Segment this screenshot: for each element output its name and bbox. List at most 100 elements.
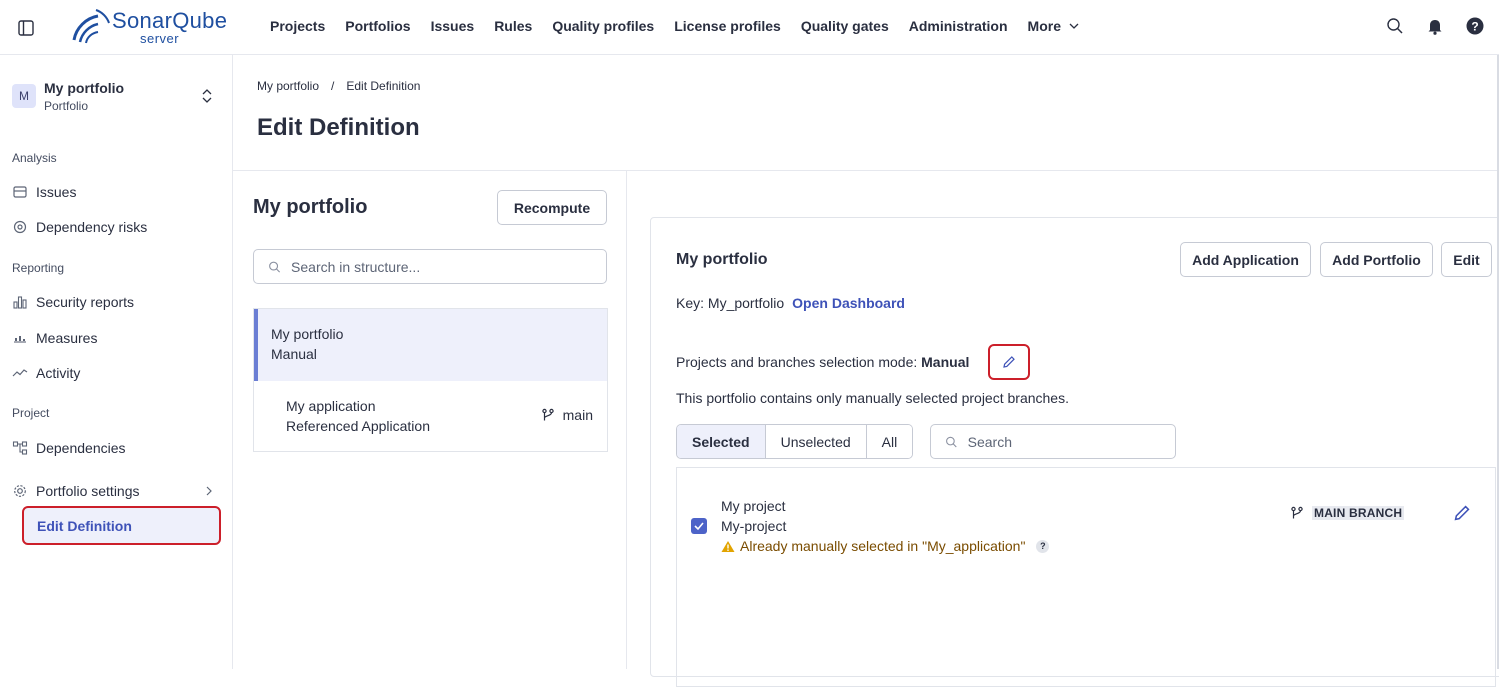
selection-mode-label: Projects and branches selection mode: [676,354,918,370]
definition-detail-card: My portfolio Add Application Add Portfol… [650,217,1499,687]
sidebar-item-issues[interactable]: Issues [12,179,222,205]
nav-issues[interactable]: Issues [431,18,475,34]
project-search[interactable] [930,424,1176,459]
search-icon[interactable] [1385,16,1405,36]
tree-node-application[interactable]: My application Referenced Application ma… [254,381,607,453]
add-application-button[interactable]: Add Application [1180,242,1311,277]
recompute-button[interactable]: Recompute [497,190,607,225]
sidebar-item-dependency-risks[interactable]: Dependency risks [12,214,222,240]
activity-icon [12,369,28,377]
section-project: Project [12,406,50,420]
portfolio-key: Key: My_portfolio [676,295,785,311]
portfolio-key-line: Key: My_portfolio Open Dashboard [676,295,905,311]
selection-filter: Selected Unselected All [676,424,914,459]
structure-search[interactable] [253,249,607,284]
nav-more[interactable]: More [1028,18,1079,34]
sidebar-item-label: Measures [36,330,98,346]
tree-node-type: Referenced Application [286,418,430,434]
chevron-right-icon [206,486,212,496]
sidebar-item-label: Issues [36,184,77,200]
svg-text:?: ? [1471,20,1478,34]
sidebar-toggle-icon[interactable] [15,17,37,39]
avatar: M [12,84,36,108]
section-reporting: Reporting [12,261,65,275]
gear-icon [14,485,26,497]
nav-projects[interactable]: Projects [270,18,325,34]
top-actions: ? [1385,16,1485,36]
page-title: Edit Definition [257,114,420,141]
project-list: My project My-project Already manually s… [676,467,1496,687]
help-icon[interactable]: ? [1465,16,1485,36]
tree-node-name: My portfolio [271,326,344,342]
branch-tag: main [541,407,593,423]
nav-portfolios[interactable]: Portfolios [345,18,410,34]
dependencies-icon [12,441,28,455]
edit-branch-button[interactable] [1453,504,1471,522]
project-switcher[interactable]: M My portfolio Portfolio [12,80,222,116]
help-icon[interactable]: ? [1036,539,1050,553]
nav-rules[interactable]: Rules [494,18,532,34]
nav-quality-profiles[interactable]: Quality profiles [552,18,654,34]
tree-title: My portfolio [253,196,368,218]
sonarqube-logo[interactable]: SonarQube server [70,6,230,46]
sidebar-item-dependencies[interactable]: Dependencies [12,435,222,461]
chevron-up-down-icon [202,89,212,103]
project-sidebar: M My portfolio Portfolio Analysis Issues… [0,55,233,669]
project-key: My-project [721,518,787,534]
open-dashboard-link[interactable]: Open Dashboard [792,295,905,311]
main-branch-tag: MAIN BRANCH [1290,506,1405,520]
sidebar-item-activity[interactable]: Activity [12,360,222,386]
nav-quality-gates[interactable]: Quality gates [801,18,889,34]
tree-node-portfolio[interactable]: My portfolio Manual [254,309,607,381]
selection-mode-description: This portfolio contains only manually se… [676,390,1069,406]
chevron-down-icon [1069,23,1079,29]
logo-subtitle: server [140,31,180,46]
issues-icon [13,186,27,198]
branch-icon [1291,506,1303,519]
section-analysis: Analysis [12,151,57,165]
project-warning: Already manually selected in "My_applica… [721,538,1050,554]
bell-icon[interactable] [1425,16,1445,36]
filter-all[interactable]: All [866,425,913,458]
tree-node-name: My application [286,398,376,414]
structure-search-input[interactable] [291,258,606,275]
sidebar-item-security-reports[interactable]: Security reports [12,289,222,315]
project-search-input[interactable] [967,433,1175,450]
dependency-risk-icon [13,220,27,234]
project-checkbox[interactable] [691,518,707,534]
filter-unselected[interactable]: Unselected [765,425,867,458]
breadcrumb-current: Edit Definition [346,79,421,93]
sidebar-item-edit-definition[interactable]: Edit Definition [22,506,221,545]
breadcrumb: My portfolio / Edit Definition [257,79,420,93]
nav-administration[interactable]: Administration [909,18,1008,34]
breadcrumb-portfolio-link[interactable]: My portfolio [257,79,319,93]
filter-selected[interactable]: Selected [677,425,766,458]
branch-icon [541,408,554,421]
edit-button[interactable]: Edit [1441,242,1492,277]
warning-icon [721,540,735,552]
edit-selection-mode-button[interactable] [988,344,1030,380]
search-icon [946,436,957,447]
sidebar-item-label: Dependencies [36,440,126,456]
top-navbar: SonarQube server Projects Portfolios Iss… [0,0,1499,55]
add-portfolio-button[interactable]: Add Portfolio [1320,242,1433,277]
sonarqube-logo-waves-icon [72,9,110,44]
sidebar-item-label: Activity [36,365,81,381]
detail-title: My portfolio [676,251,768,268]
breadcrumb-separator: / [331,79,335,93]
sidebar-item-label: Edit Definition [37,517,132,534]
portfolio-tree-panel: My portfolio Recompute My portfolio Manu… [233,171,627,669]
sidebar-item-label: Portfolio settings [36,483,140,499]
checkmark-icon [694,522,704,531]
pencil-icon [1003,356,1015,368]
tree-node-type: Manual [271,346,317,362]
sidebar-item-measures[interactable]: Measures [12,325,222,351]
selection-mode-line: Projects and branches selection mode: Ma… [676,354,969,370]
project-type: Portfolio [44,99,89,113]
nav-license-profiles[interactable]: License profiles [674,18,781,34]
main-nav: Projects Portfolios Issues Rules Quality… [270,18,1079,34]
sidebar-item-label: Dependency risks [36,219,148,235]
project-name: My portfolio [44,80,125,96]
sidebar-item-portfolio-settings[interactable]: Portfolio settings [12,478,222,504]
portfolio-tree: My portfolio Manual My application Refer… [253,308,608,452]
